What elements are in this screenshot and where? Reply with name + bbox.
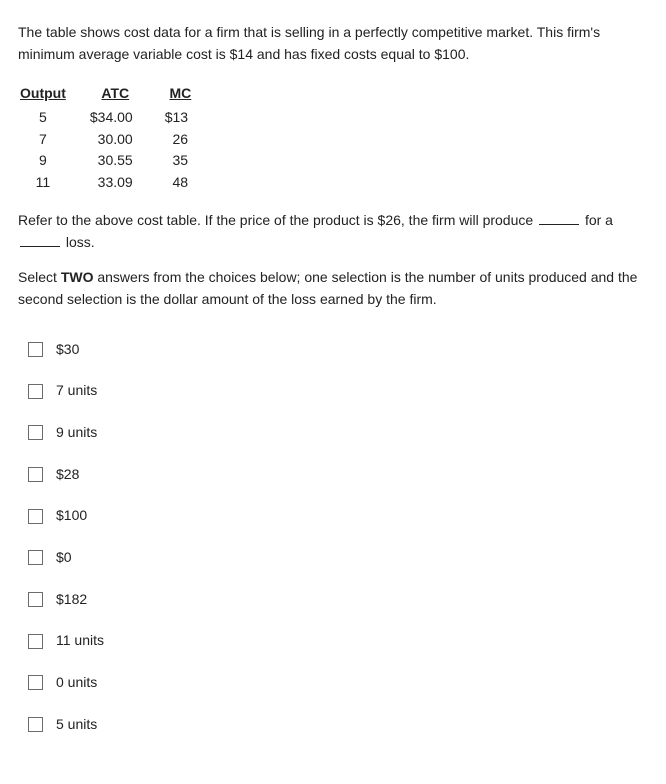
question-prompt: Refer to the above cost table. If the pr… <box>18 210 648 253</box>
cell-output: 9 <box>18 150 88 172</box>
choice-item[interactable]: 11 units <box>18 620 648 662</box>
table-row: 5 $34.00 $13 <box>18 107 218 129</box>
cell-mc: 35 <box>163 150 218 172</box>
cell-output: 11 <box>18 172 88 194</box>
fill-blank <box>539 224 579 225</box>
choice-item[interactable]: $182 <box>18 579 648 621</box>
cost-table: Output ATC MC 5 $34.00 $13 7 30.00 26 9 … <box>18 81 218 193</box>
choice-label: $182 <box>56 589 87 611</box>
choice-item[interactable]: 0 units <box>18 662 648 704</box>
table-row: 11 33.09 48 <box>18 172 218 194</box>
choice-label: 0 units <box>56 672 97 694</box>
instr-post: answers from the choices below; one sele… <box>18 269 637 307</box>
col-header-atc: ATC <box>88 81 163 107</box>
choice-label: 7 units <box>56 380 97 402</box>
choice-item[interactable]: 7 units <box>18 370 648 412</box>
choice-checkbox[interactable] <box>28 384 43 399</box>
cell-mc: 48 <box>163 172 218 194</box>
cell-output: 7 <box>18 129 88 151</box>
instr-pre: Select <box>18 269 61 285</box>
choice-label: 9 units <box>56 422 97 444</box>
cell-mc: 26 <box>163 129 218 151</box>
choice-list: $30 7 units 9 units $28 $100 $0 $182 11 … <box>18 329 648 746</box>
choice-label: $100 <box>56 505 87 527</box>
question-instruction: Select TWO answers from the choices belo… <box>18 267 648 310</box>
choice-checkbox[interactable] <box>28 592 43 607</box>
cell-atc: $34.00 <box>88 107 163 129</box>
prompt-mid: for a <box>581 212 613 228</box>
choice-checkbox[interactable] <box>28 550 43 565</box>
choice-item[interactable]: 9 units <box>18 412 648 454</box>
col-header-output: Output <box>18 81 88 107</box>
choice-item[interactable]: 5 units <box>18 704 648 746</box>
cell-atc: 33.09 <box>88 172 163 194</box>
question-intro: The table shows cost data for a firm tha… <box>18 22 648 65</box>
choice-checkbox[interactable] <box>28 509 43 524</box>
choice-checkbox[interactable] <box>28 675 43 690</box>
choice-checkbox[interactable] <box>28 634 43 649</box>
choice-checkbox[interactable] <box>28 467 43 482</box>
fill-blank <box>20 246 60 247</box>
choice-item[interactable]: $28 <box>18 454 648 496</box>
choice-label: $28 <box>56 464 79 486</box>
col-header-mc: MC <box>163 81 218 107</box>
choice-checkbox[interactable] <box>28 342 43 357</box>
choice-checkbox[interactable] <box>28 717 43 732</box>
cell-mc: $13 <box>163 107 218 129</box>
choice-item[interactable]: $30 <box>18 329 648 371</box>
choice-label: 5 units <box>56 714 97 736</box>
cell-output: 5 <box>18 107 88 129</box>
prompt-pre: Refer to the above cost table. If the pr… <box>18 212 537 228</box>
choice-item[interactable]: $100 <box>18 495 648 537</box>
cell-atc: 30.00 <box>88 129 163 151</box>
choice-label: $30 <box>56 339 79 361</box>
choice-item[interactable]: $0 <box>18 537 648 579</box>
table-row: 9 30.55 35 <box>18 150 218 172</box>
choice-label: 11 units <box>56 630 104 652</box>
instr-bold: TWO <box>61 269 94 285</box>
cell-atc: 30.55 <box>88 150 163 172</box>
prompt-post: loss. <box>62 234 95 250</box>
choice-label: $0 <box>56 547 72 569</box>
table-row: 7 30.00 26 <box>18 129 218 151</box>
choice-checkbox[interactable] <box>28 425 43 440</box>
